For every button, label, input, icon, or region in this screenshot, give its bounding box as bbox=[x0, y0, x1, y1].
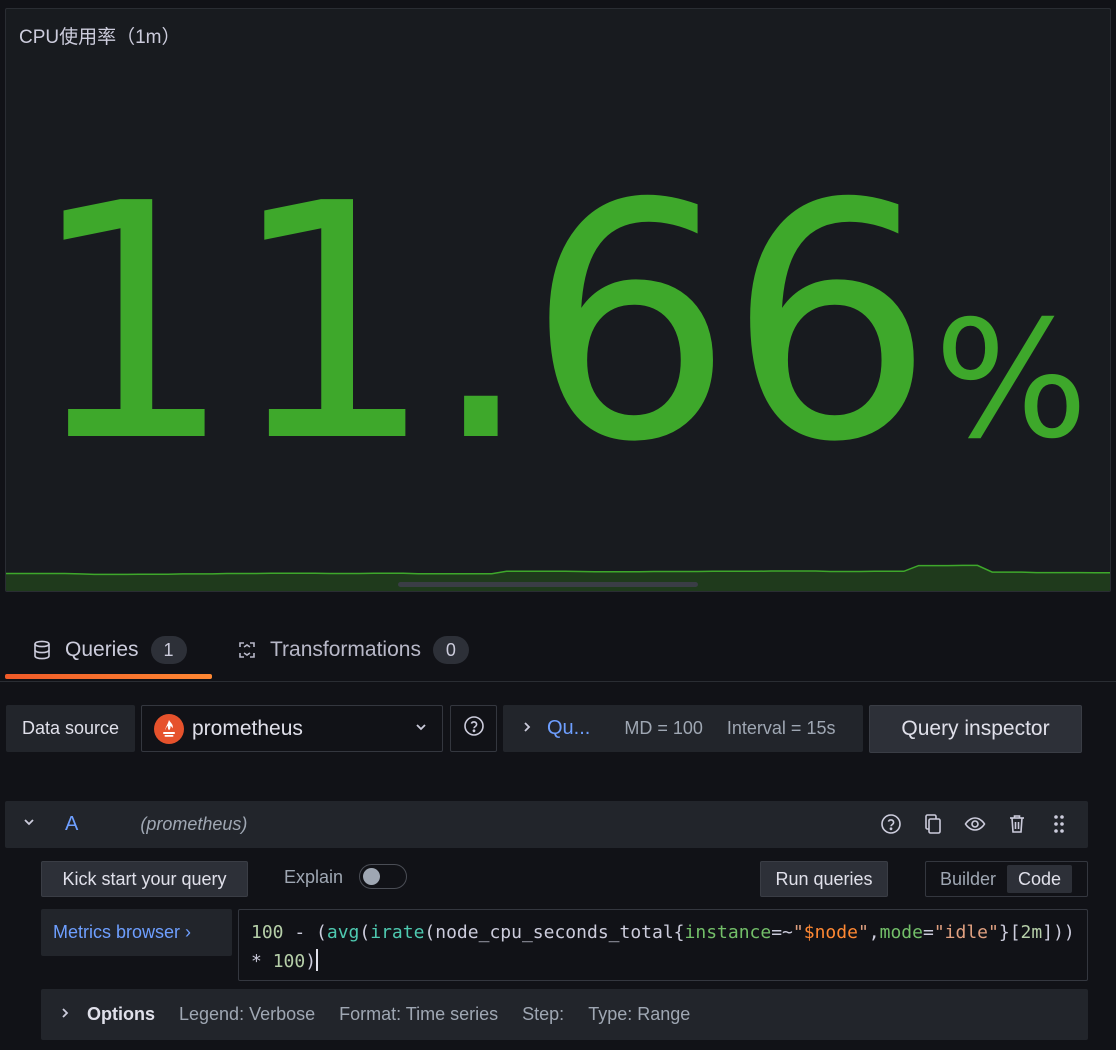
options-format: Format: Time series bbox=[339, 1004, 499, 1024]
options-step: Step: bbox=[522, 1004, 565, 1024]
options-legend: Legend: Verbose bbox=[179, 1004, 316, 1024]
collapse-chevron-icon[interactable] bbox=[21, 815, 37, 834]
duplicate-query-icon[interactable] bbox=[922, 813, 944, 835]
explain-label: Explain bbox=[284, 867, 344, 887]
tab-transformations-label: Transformations bbox=[270, 638, 421, 661]
query-ref-id[interactable]: A bbox=[65, 813, 78, 836]
interval-value: Interval = 15s bbox=[726, 718, 836, 738]
help-circle-icon bbox=[463, 715, 485, 742]
promql-editor[interactable]: 100 - (avg(irate(node_cpu_seconds_total{… bbox=[238, 909, 1088, 981]
promql-expression: 100 - (avg(irate(node_cpu_seconds_total{… bbox=[251, 922, 1086, 972]
datasource-help-button[interactable] bbox=[450, 705, 497, 752]
stat-unit: % bbox=[934, 287, 1089, 475]
stat-panel: CPU使用率（1m） 11.66% bbox=[5, 8, 1111, 592]
chevron-right-icon bbox=[59, 1004, 71, 1025]
options-title: Options bbox=[87, 1004, 155, 1024]
panel-title: CPU使用率（1m） bbox=[19, 27, 181, 48]
tab-queries[interactable]: Queries 1 bbox=[5, 620, 212, 680]
mode-code[interactable]: Code bbox=[1007, 865, 1073, 893]
active-tab-indicator bbox=[5, 674, 212, 679]
text-cursor bbox=[316, 949, 319, 971]
eye-icon[interactable] bbox=[964, 813, 986, 835]
tab-transformations[interactable]: Transformations 0 bbox=[236, 620, 469, 680]
chevron-right-icon bbox=[521, 718, 533, 739]
query-inspector-button[interactable]: Query inspector bbox=[869, 705, 1082, 753]
query-options-toggle[interactable]: Qu... MD = 100 Interval = 15s bbox=[503, 705, 863, 752]
toggle-knob bbox=[363, 868, 380, 885]
run-queries-button[interactable]: Run queries bbox=[760, 861, 888, 897]
mode-builder[interactable]: Builder bbox=[929, 865, 1007, 893]
kick-start-query-button[interactable]: Kick start your query bbox=[41, 861, 248, 897]
tab-transformations-count: 0 bbox=[432, 636, 469, 664]
tab-queries-label: Queries bbox=[65, 638, 139, 661]
stat-display: 11.66% bbox=[6, 139, 1110, 509]
help-circle-icon[interactable] bbox=[880, 813, 902, 835]
editor-tabs: Queries 1 Transformations 0 bbox=[0, 620, 1116, 682]
sparkline-area bbox=[6, 565, 1110, 591]
prometheus-logo-icon bbox=[154, 713, 184, 744]
query-datasource-hint: (prometheus) bbox=[140, 814, 248, 834]
trash-icon[interactable] bbox=[1006, 813, 1028, 835]
options-type: Type: Range bbox=[588, 1004, 691, 1024]
query-row-header: A (prometheus) bbox=[5, 801, 1088, 848]
metrics-browser-button[interactable]: Metrics browser › bbox=[41, 909, 232, 956]
tab-queries-count: 1 bbox=[150, 636, 187, 664]
editor-mode-switch: Builder Code bbox=[925, 861, 1088, 897]
datasource-name: prometheus bbox=[192, 716, 303, 740]
datasource-label: Data source bbox=[6, 705, 135, 752]
explain-toggle[interactable] bbox=[359, 864, 407, 889]
max-data-points: MD = 100 bbox=[624, 718, 703, 738]
database-icon bbox=[31, 639, 53, 661]
transform-icon bbox=[236, 639, 258, 661]
drag-handle-icon[interactable] bbox=[1048, 813, 1070, 835]
query-options-row[interactable]: Options Legend: Verbose Format: Time ser… bbox=[41, 989, 1088, 1040]
stat-value: 11.66 bbox=[27, 134, 934, 513]
chevron-down-icon bbox=[414, 720, 428, 739]
horizontal-scrollbar[interactable] bbox=[398, 582, 698, 587]
query-options-label: Qu... bbox=[547, 717, 591, 739]
datasource-picker[interactable]: prometheus bbox=[141, 705, 443, 752]
query-actions bbox=[880, 813, 1070, 835]
